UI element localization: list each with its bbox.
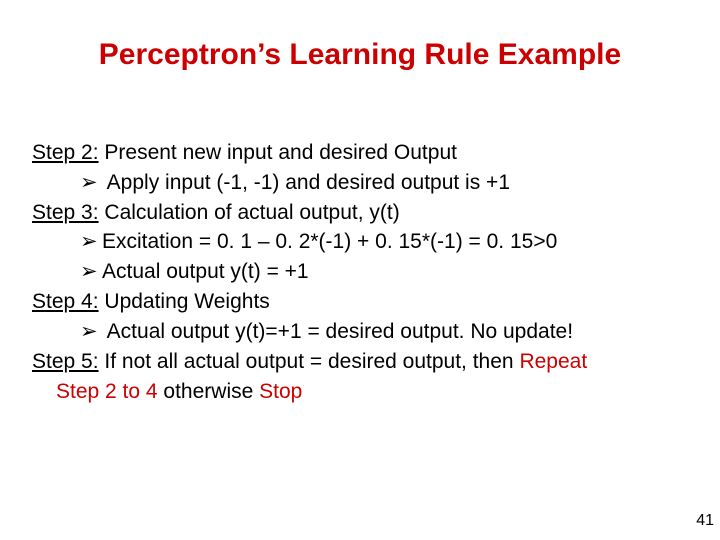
slide-body: Step 2: Present new input and desired Ou… (32, 138, 680, 406)
step2-sub-text: Apply input (-1, -1) and desired output … (102, 171, 510, 194)
step3-sub1-text: Excitation = 0. 1 – 0. 2*(-1) + 0. 15*(-… (102, 230, 557, 253)
step3-sub1: ➢Excitation = 0. 1 – 0. 2*(-1) + 0. 15*(… (32, 227, 680, 257)
step3-label: Step 3: (32, 201, 99, 224)
bullet-arrow-icon: ➢ (80, 168, 102, 198)
step2-sub: ➢ Apply input (-1, -1) and desired outpu… (32, 168, 680, 198)
step3-line: Step 3: Calculation of actual output, y(… (32, 198, 680, 228)
step4-sub-text: Actual output y(t)=+1 = desired output. … (102, 320, 573, 343)
step4-label: Step 4: (32, 290, 99, 313)
step3-text: Calculation of actual output, y(t) (99, 201, 400, 224)
step4-sub: ➢ Actual output y(t)=+1 = desired output… (32, 317, 680, 347)
step2-label: Step 2: (32, 141, 99, 164)
step5-text-c: otherwise (158, 380, 260, 403)
step3-sub2-text: Actual output y(t) = +1 (102, 260, 309, 283)
step5-line2: Step 2 to 4 otherwise Stop (32, 377, 680, 407)
step5-repeat: Repeat (519, 350, 587, 373)
bullet-arrow-icon: ➢ (80, 257, 102, 287)
bullet-arrow-icon: ➢ (80, 227, 102, 257)
slide: Perceptron’s Learning Rule Example Step … (0, 0, 720, 540)
step5-stop: Stop (259, 380, 302, 403)
bullet-arrow-icon: ➢ (80, 317, 102, 347)
step2-text: Present new input and desired Output (99, 141, 457, 164)
step3-sub2: ➢Actual output y(t) = +1 (32, 257, 680, 287)
step5-label: Step 5: (32, 350, 99, 373)
step4-text: Updating Weights (99, 290, 270, 313)
step4-line: Step 4: Updating Weights (32, 287, 680, 317)
step5-range: Step 2 to 4 (56, 380, 158, 403)
slide-title: Perceptron’s Learning Rule Example (0, 38, 720, 72)
step5-text-a: If not all actual output = desired outpu… (99, 350, 520, 373)
step5-line: Step 5: If not all actual output = desir… (32, 347, 680, 377)
step2-line: Step 2: Present new input and desired Ou… (32, 138, 680, 168)
page-number: 41 (696, 512, 714, 530)
